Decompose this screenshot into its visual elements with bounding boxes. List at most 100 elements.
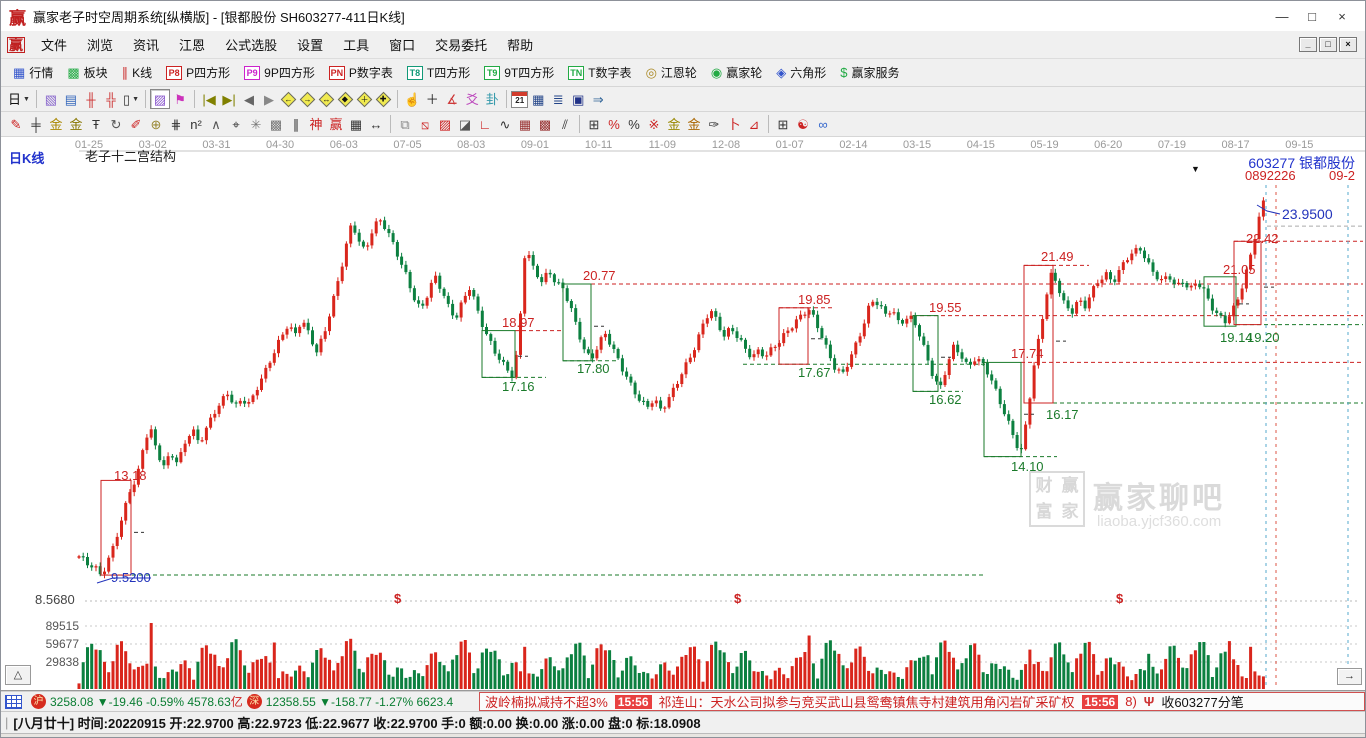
menu-item-gann[interactable]: 江恩: [169, 38, 215, 53]
info-list-icon[interactable]: ▤: [61, 89, 81, 109]
menu-item-settings[interactable]: 设置: [287, 38, 333, 53]
n-square-icon[interactable]: n²: [186, 114, 206, 134]
last-bar-button[interactable]: ▶|: [219, 89, 239, 109]
cyan-seal-icon[interactable]: 卦: [482, 89, 502, 109]
spiral-icon[interactable]: ↻: [106, 114, 126, 134]
calculator-icon[interactable]: ▦: [528, 89, 548, 109]
ladder-tool-icon[interactable]: ⊞: [584, 114, 604, 134]
maximize-button[interactable]: □: [1297, 7, 1327, 26]
period-day-selector[interactable]: 日 ▼: [6, 89, 32, 109]
notebook-icon[interactable]: ≣: [548, 89, 568, 109]
gold-section-icon[interactable]: 金: [46, 114, 66, 134]
gann-box-icon[interactable]: ▨: [435, 114, 455, 134]
menu-item-help[interactable]: 帮助: [497, 38, 543, 53]
dense-grid-icon[interactable]: ▦: [515, 114, 535, 134]
close-button[interactable]: ×: [1327, 7, 1357, 26]
pen2-tool-icon[interactable]: ✐: [126, 114, 146, 134]
t-number-table-button[interactable]: TN T数字表: [561, 64, 638, 81]
menu-item-formula-pick[interactable]: 公式选股: [215, 38, 287, 53]
rect-tool-icon[interactable]: ⧉: [395, 114, 415, 134]
parallel-bars-icon[interactable]: ∥: [286, 114, 306, 134]
spider-web-icon[interactable]: ▩: [266, 114, 286, 134]
matrix-icon[interactable]: ⊞: [773, 114, 793, 134]
export-icon[interactable]: ⇒: [588, 89, 608, 109]
p-number-table-button[interactable]: PN P数字表: [322, 64, 400, 81]
minimize-button[interactable]: —: [1267, 7, 1297, 26]
gann-wheel-button[interactable]: ◎ 江恩轮: [639, 64, 704, 81]
expand-h-button[interactable]: ↔: [318, 91, 335, 107]
infinity-icon[interactable]: ∞: [813, 114, 833, 134]
9t-square-button[interactable]: T9 9T四方形: [477, 64, 561, 81]
winner-service-button[interactable]: $ 赢家服务: [833, 64, 906, 81]
pen-tool-icon[interactable]: ✎: [6, 114, 26, 134]
child-minimize-button[interactable]: _: [1299, 37, 1317, 52]
chart-style-icon[interactable]: ▧: [41, 89, 61, 109]
percent-icon[interactable]: %: [624, 114, 644, 134]
menu-item-tools[interactable]: 工具: [333, 38, 379, 53]
save-icon[interactable]: ▣: [568, 89, 588, 109]
shift-left-button[interactable]: ←: [280, 91, 297, 107]
shen-tool-icon[interactable]: 神: [306, 114, 326, 134]
small-bars-3-icon[interactable]: ╫: [81, 89, 101, 109]
zoom-all-button[interactable]: ✚: [375, 91, 392, 107]
brush-icon[interactable]: ✑: [704, 114, 724, 134]
parallel-lines-icon[interactable]: ⫽: [555, 114, 575, 134]
gold-circle-icon[interactable]: 金: [664, 114, 684, 134]
hexagon-button[interactable]: ◈ 六角形: [769, 64, 833, 81]
compress-h-button[interactable]: ◆: [337, 91, 354, 107]
calendar-icon[interactable]: 21: [511, 90, 529, 108]
starburst-icon[interactable]: ✳: [246, 114, 266, 134]
shadow-box-icon[interactable]: ◪: [455, 114, 475, 134]
prev-bar-button[interactable]: ◀: [239, 89, 259, 109]
scroll-right-button[interactable]: →: [1337, 668, 1362, 685]
kline-chart[interactable]: 20.77 18.97 17.16 17.80 19.85 17.67 19.55 16.62…: [1, 137, 1365, 691]
volume-pane-toggle-button[interactable]: △: [5, 665, 31, 685]
crosshair-icon[interactable]: ＋: [422, 89, 442, 109]
quote-grid-icon[interactable]: [5, 694, 22, 709]
child-restore-button[interactable]: □: [1319, 37, 1337, 52]
menu-item-file[interactable]: 文件: [31, 38, 77, 53]
gold-section2-icon[interactable]: 金: [66, 114, 86, 134]
9p-square-button[interactable]: P9 9P四方形: [237, 64, 322, 81]
small-bars-9-icon[interactable]: ╬: [101, 89, 121, 109]
time-grid-icon[interactable]: ⋕: [166, 114, 186, 134]
mirror-icon[interactable]: ∧: [206, 114, 226, 134]
yingjia-tool-icon[interactable]: 赢: [326, 114, 346, 134]
circle-cycle-icon[interactable]: ⊕: [146, 114, 166, 134]
gold-line-icon[interactable]: 金: [684, 114, 704, 134]
zoom-in-button[interactable]: ＋: [356, 91, 373, 107]
news-item[interactable]: 祁连山：天水公司拟参与竞买武山县鸳鸯镇焦寺村建筑用角闪岩矿采矿权: [659, 693, 1075, 710]
kline-button[interactable]: ∥ K线: [115, 64, 160, 81]
menu-item-trade-order[interactable]: 交易委托: [425, 38, 497, 53]
purple-seal-icon[interactable]: 爻: [462, 89, 482, 109]
candle-type-selector[interactable]: ▯ ▼: [121, 89, 141, 109]
hgrid-tool-icon[interactable]: ╪: [26, 114, 46, 134]
speed-line-icon[interactable]: ⊿: [744, 114, 764, 134]
p-square-button[interactable]: P8 P四方形: [159, 64, 237, 81]
percent-lines-icon[interactable]: ※: [644, 114, 664, 134]
percent-red-icon[interactable]: %: [604, 114, 624, 134]
fibo-time-icon[interactable]: Ŧ: [86, 114, 106, 134]
menu-item-browse[interactable]: 浏览: [77, 38, 123, 53]
wave-tool-icon[interactable]: ∿: [495, 114, 515, 134]
rays-tool-icon[interactable]: ⧅: [415, 114, 435, 134]
flag-mark-icon[interactable]: ⚑: [170, 89, 190, 109]
hand-drag-icon[interactable]: ☝: [402, 89, 422, 109]
target-icon[interactable]: ⌖: [226, 114, 246, 134]
sectors-button[interactable]: ▩ 板块: [60, 64, 114, 81]
winner-wheel-button[interactable]: ◉ 赢家轮: [704, 64, 769, 81]
angle-measure-icon[interactable]: ∡: [442, 89, 462, 109]
angle-tool-icon[interactable]: ∟: [475, 114, 495, 134]
divine-tool-icon[interactable]: 卜: [724, 114, 744, 134]
shift-right-button[interactable]: →: [299, 91, 316, 107]
t-square-button[interactable]: T8 T四方形: [400, 64, 477, 81]
news-item[interactable]: 波岭楠拟减持不超3%: [485, 693, 608, 710]
dense-grid2-icon[interactable]: ▩: [535, 114, 555, 134]
quotes-button[interactable]: ▦ 行情: [6, 64, 60, 81]
width-measure-icon[interactable]: ↔: [366, 114, 386, 134]
first-bar-button[interactable]: |◀: [199, 89, 219, 109]
next-bar-button[interactable]: ▶: [259, 89, 279, 109]
news-ticker[interactable]: 波岭楠拟减持不超3% 15:56 祁连山：天水公司拟参与竞买武山县鸳鸯镇焦寺村建…: [479, 692, 1365, 711]
menu-item-window[interactable]: 窗口: [379, 38, 425, 53]
region-select-icon[interactable]: ▨: [150, 89, 171, 109]
